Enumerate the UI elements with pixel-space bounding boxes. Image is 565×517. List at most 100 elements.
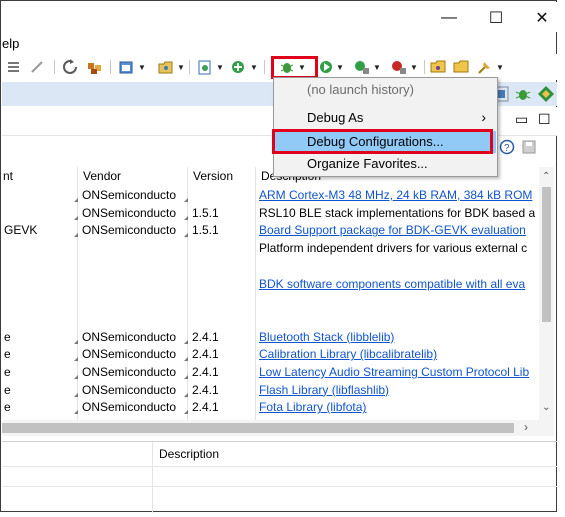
table-row[interactable] (2, 293, 539, 311)
table-row[interactable] (2, 311, 539, 329)
new-project-icon[interactable]: ▼ (118, 57, 146, 77)
cell-editor-corner-icon (184, 410, 188, 415)
row-description: Platform independent drivers for various… (259, 241, 528, 256)
scrollbar-thumb[interactable] (542, 187, 551, 322)
table-row[interactable]: BDK software components compatible with … (2, 276, 539, 294)
row-description[interactable]: Calibration Library (libcalibratelib) (259, 347, 539, 361)
row-divider (2, 466, 557, 467)
row-description[interactable]: Flash Library (libflashlib) (259, 383, 539, 397)
cell-editor-corner-icon (74, 392, 78, 397)
table-row[interactable]: ONSemiconducto ARM Cortex-M3 48 MHz, 24 k… (2, 187, 539, 205)
wand-icon[interactable] (30, 57, 46, 77)
toolbar-separator (264, 60, 265, 74)
row-description[interactable]: ARM Cortex-M3 48 MHz, 24 kB RAM, 384 kB … (259, 188, 539, 202)
row-component-name: e (4, 347, 11, 362)
cell-editor-corner-icon (74, 375, 78, 379)
cell-editor-corner-icon (184, 233, 188, 238)
details-panel: Description (2, 441, 557, 513)
minimize-button[interactable]: — (429, 6, 469, 30)
table-row[interactable]: GEVK ONSemiconducto 1.5.1 Board Support pac… (2, 222, 539, 240)
run-config-icon[interactable]: ▼ (230, 57, 258, 77)
details-description-header: Description (159, 447, 220, 461)
hscroll-thumb[interactable] (2, 423, 514, 433)
maximize-view-icon[interactable]: ☐ (538, 111, 551, 128)
toolbar-separator (424, 60, 425, 74)
save-icon (521, 139, 537, 158)
cell-editor-corner-icon (74, 357, 78, 362)
row-component-name: GEVK (4, 223, 38, 238)
cell-editor-corner-icon (74, 233, 78, 238)
new-class-icon[interactable]: ▼ (196, 57, 224, 77)
row-vendor: ONSemiconducto (82, 400, 177, 415)
run-icon[interactable]: ▼ (318, 57, 344, 77)
table-row[interactable]: e ONSemiconducto 2.4.1 Fota Library (libfot… (2, 399, 539, 417)
cell-editor-corner-icon (184, 357, 188, 362)
cell-editor-corner-icon (184, 198, 188, 202)
debug-dropdown-menu: (no launch history) Debug As › Debug Conf… (273, 77, 498, 177)
row-version: 2.4.1 (192, 365, 219, 379)
table-row[interactable] (2, 258, 539, 276)
toolbar-separator (189, 60, 190, 74)
row-divider (2, 486, 557, 487)
cpp-perspective-icon[interactable] (537, 85, 555, 106)
folder-open-icon[interactable] (430, 57, 448, 77)
row-vendor: ONSemiconducto (82, 188, 177, 202)
row-component-name: e (4, 329, 11, 344)
package-icon[interactable] (86, 57, 104, 77)
open-type-icon[interactable]: ▼ (157, 57, 185, 77)
table-row[interactable]: e ONSemiconducto 2.4.1 Low Latency Audio St… (2, 364, 539, 382)
row-version: 1.5.1 (192, 223, 219, 238)
column-divider (152, 442, 153, 513)
row-version: 1.5.1 (192, 205, 219, 220)
table-row[interactable]: ONSemiconducto 1.5.1 RSL10 BLE stack imple… (2, 205, 539, 223)
row-description[interactable]: Bluetooth Stack (libblelib) (259, 330, 539, 344)
table-row[interactable]: e ONSemiconducto 2.4.1 Flash Library (libfl… (2, 382, 539, 400)
row-component-name: e (4, 382, 11, 397)
table-row[interactable]: e ONSemiconducto 2.4.1 Bluetooth Stack (lib… (2, 329, 539, 347)
debug-dropdown-callout (271, 56, 318, 79)
debug-perspective-icon[interactable] (514, 85, 532, 106)
pin-icon[interactable]: ▼ (476, 57, 504, 77)
close-button[interactable]: ✕ (522, 6, 562, 30)
toolbar-separator (110, 60, 111, 74)
row-vendor: ONSemiconducto (82, 347, 177, 362)
application-window: — ☐ ✕ elp ▼ ▼ ▼ ▼ ▼ ▼ ▼ ▼ ▼ ▭ ☐ ? nt Ven… (0, 0, 557, 513)
cell-editor-corner-icon (184, 392, 188, 397)
stop-icon[interactable]: ▼ (390, 57, 418, 77)
cell-editor-corner-icon (74, 410, 78, 415)
row-description[interactable]: BDK software components compatible with … (259, 277, 539, 291)
row-vendor: ONSemiconducto (82, 223, 177, 238)
refresh-icon[interactable] (62, 57, 78, 77)
menu-item-no-launch-history: (no launch history) (307, 82, 414, 97)
debug-configurations-callout (272, 129, 493, 154)
cell-editor-corner-icon (74, 215, 78, 220)
row-vendor: ONSemiconducto (82, 329, 177, 344)
table-row[interactable]: e ONSemiconducto 2.4.1 Calibration Library … (2, 346, 539, 364)
external-tools-icon[interactable]: ▼ (353, 57, 381, 77)
minimize-view-icon[interactable]: ▭ (515, 111, 528, 128)
submenu-arrow-icon: › (481, 109, 486, 125)
scroll-down-icon[interactable]: ⌄ (542, 402, 550, 413)
maximize-button[interactable]: ☐ (476, 6, 516, 30)
row-version: 2.4.1 (192, 400, 219, 415)
table-row[interactable]: Platform independent drivers for various… (2, 240, 539, 258)
row-vendor: ONSemiconducto (82, 205, 177, 220)
scroll-right-icon[interactable]: › (524, 420, 528, 434)
cell-editor-corner-icon (74, 339, 78, 344)
scroll-up-icon[interactable]: ⌃ (542, 171, 550, 182)
row-component-name: e (4, 365, 11, 379)
components-table: ONSemiconducto ARM Cortex-M3 48 MHz, 24 k… (2, 167, 539, 420)
title-bar: — ☐ ✕ (2, 2, 557, 32)
row-version: 2.4.1 (192, 329, 219, 344)
row-description[interactable]: Low Latency Audio Streaming Custom Proto… (259, 365, 539, 379)
format-icon[interactable] (7, 57, 23, 77)
row-description[interactable]: Fota Library (libfota) (259, 400, 539, 414)
horizontal-scrollbar[interactable]: › (2, 420, 554, 436)
folder-icon[interactable] (453, 57, 471, 77)
menu-item-organize-favorites[interactable]: Organize Favorites... (275, 153, 496, 175)
menu-help[interactable]: elp (2, 36, 19, 51)
help-icon[interactable]: ? (499, 139, 515, 158)
row-description[interactable]: Board Support package for BDK-GEVK evalu… (259, 223, 539, 237)
vertical-scrollbar[interactable]: ⌃ ⌄ (539, 167, 554, 420)
menu-item-debug-as[interactable]: Debug As › (275, 107, 496, 129)
